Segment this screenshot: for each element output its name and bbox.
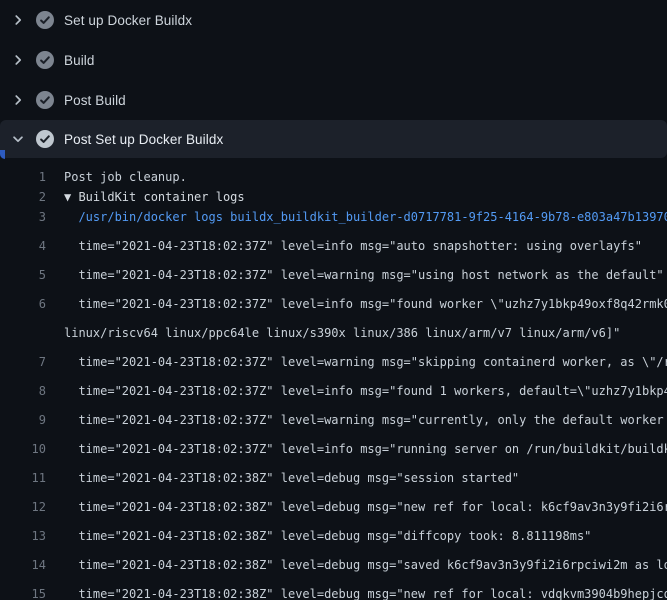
log-row[interactable]: 14 time="2021-04-23T18:02:38Z" level=deb…	[0, 546, 667, 575]
step-section-header[interactable]: Set up Docker Buildx	[0, 0, 667, 40]
log-line-number: 1	[0, 167, 46, 187]
log-line-text: Post job cleanup.	[46, 167, 187, 187]
steps-list: Set up Docker Buildx Build P	[0, 0, 667, 158]
log-row[interactable]: 5 time="2021-04-23T18:02:37Z" level=warn…	[0, 256, 667, 285]
log-row[interactable]: 2 ▼ BuildKit container logs	[0, 187, 667, 207]
log-area: 1 Post job cleanup. 2 ▼ BuildKit contain…	[0, 158, 667, 600]
log-row[interactable]: 3 /usr/bin/docker logs buildx_buildkit_b…	[0, 207, 667, 227]
log-line-text: time="2021-04-23T18:02:38Z" level=debug …	[46, 584, 667, 600]
check-circle-icon	[36, 130, 54, 148]
log-row[interactable]: 13 time="2021-04-23T18:02:38Z" level=deb…	[0, 517, 667, 546]
step-title: Build	[64, 53, 95, 68]
log-line-text: time="2021-04-23T18:02:38Z" level=debug …	[46, 468, 519, 488]
log-line-number: 14	[0, 555, 46, 575]
log-line-text: time="2021-04-23T18:02:37Z" level=info m…	[46, 236, 642, 256]
step-title: Post Set up Docker Buildx	[64, 132, 223, 147]
log-line-number: 5	[0, 265, 46, 285]
step-section-header[interactable]: Post Set up Docker Buildx	[0, 120, 667, 158]
actions-log-viewer: Set up Docker Buildx Build P	[0, 0, 667, 600]
log-line-text: time="2021-04-23T18:02:37Z" level=info m…	[46, 381, 667, 401]
chevron-right-icon[interactable]	[10, 52, 26, 68]
log-line-number: 4	[0, 236, 46, 256]
log-line-number: 13	[0, 526, 46, 546]
log-row[interactable]: 9 time="2021-04-23T18:02:37Z" level=warn…	[0, 401, 667, 430]
log-row[interactable]: 7 time="2021-04-23T18:02:37Z" level=warn…	[0, 343, 667, 372]
step-title: Set up Docker Buildx	[64, 13, 192, 28]
log-line-text: /usr/bin/docker logs buildx_buildkit_bui…	[46, 207, 667, 227]
chevron-down-icon[interactable]	[10, 131, 26, 147]
log-line-number: 11	[0, 468, 46, 488]
log-line-number: 7	[0, 352, 46, 372]
chevron-right-icon[interactable]	[10, 12, 26, 28]
log-line-text: time="2021-04-23T18:02:37Z" level=info m…	[46, 294, 667, 314]
log-line-text: time="2021-04-23T18:02:37Z" level=warnin…	[46, 265, 664, 285]
log-line-text: time="2021-04-23T18:02:37Z" level=info m…	[46, 439, 667, 459]
step-title: Post Build	[64, 93, 126, 108]
log-row[interactable]: 1 Post job cleanup.	[0, 167, 667, 187]
log-line-text: ▼ BuildKit container logs	[46, 187, 245, 207]
log-row[interactable]: 8 time="2021-04-23T18:02:37Z" level=info…	[0, 372, 667, 401]
log-line-text: time="2021-04-23T18:02:37Z" level=warnin…	[46, 410, 667, 430]
step-section-header[interactable]: Build	[0, 40, 667, 80]
log-row[interactable]: 4 time="2021-04-23T18:02:37Z" level=info…	[0, 227, 667, 256]
log-line-text: linux/riscv64 linux/ppc64le linux/s390x …	[46, 323, 620, 343]
chevron-right-icon[interactable]	[10, 92, 26, 108]
check-circle-icon	[36, 11, 54, 29]
log-line-number: 6	[0, 294, 46, 314]
step-section-header[interactable]: Post Build	[0, 80, 667, 120]
log-row[interactable]: linux/riscv64 linux/ppc64le linux/s390x …	[0, 314, 667, 343]
check-circle-icon	[36, 91, 54, 109]
log-line-number: 2	[0, 187, 46, 207]
log-line-text: time="2021-04-23T18:02:38Z" level=debug …	[46, 526, 591, 546]
log-row[interactable]: 11 time="2021-04-23T18:02:38Z" level=deb…	[0, 459, 667, 488]
log-line-number: 3	[0, 207, 46, 227]
log-row[interactable]: 10 time="2021-04-23T18:02:37Z" level=inf…	[0, 430, 667, 459]
log-line-text: time="2021-04-23T18:02:37Z" level=warnin…	[46, 352, 667, 372]
log-line-text: time="2021-04-23T18:02:38Z" level=debug …	[46, 497, 667, 517]
focus-ring-fragment	[0, 150, 5, 159]
log-line-number: 8	[0, 381, 46, 401]
log-line-number: 10	[0, 439, 46, 459]
log-line-number: 12	[0, 497, 46, 517]
check-circle-icon	[36, 51, 54, 69]
log-line-number	[0, 323, 46, 343]
log-row[interactable]: 12 time="2021-04-23T18:02:38Z" level=deb…	[0, 488, 667, 517]
log-row[interactable]: 6 time="2021-04-23T18:02:37Z" level=info…	[0, 285, 667, 314]
log-row[interactable]: 15 time="2021-04-23T18:02:38Z" level=deb…	[0, 575, 667, 600]
log-line-text: time="2021-04-23T18:02:38Z" level=debug …	[46, 555, 667, 575]
log-line-number: 15	[0, 584, 46, 600]
log-line-number: 9	[0, 410, 46, 430]
